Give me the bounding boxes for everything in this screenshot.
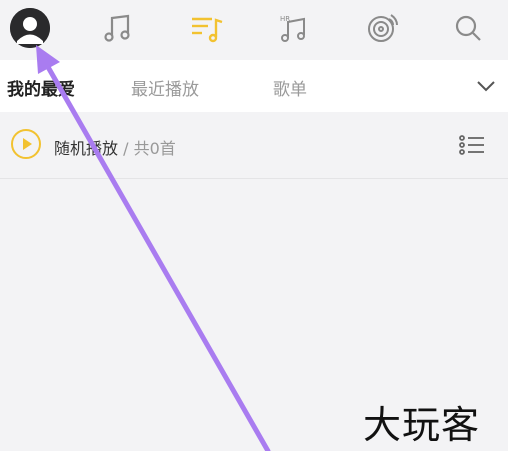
hifi-music-icon[interactable]: HR — [274, 8, 314, 48]
list-manage-icon[interactable] — [458, 132, 486, 158]
shuffle-play-row[interactable]: 随机播放 / 共0首 — [0, 112, 508, 179]
radio-disc-icon[interactable] — [362, 8, 402, 48]
search-icon[interactable] — [448, 8, 488, 48]
song-count: 共0首 — [133, 139, 176, 158]
shuffle-separator: / — [118, 139, 134, 158]
shuffle-play-text[interactable]: 随机播放 / 共0首 — [54, 135, 176, 159]
chevron-down-icon[interactable] — [474, 74, 498, 98]
shuffle-label: 随机播放 — [54, 139, 119, 158]
music-note-icon[interactable] — [98, 8, 138, 48]
tab-bar: 我的最爱 最近播放 歌单 — [0, 60, 508, 112]
top-nav-bar: HR — [0, 0, 508, 60]
tab-playlists[interactable]: 歌单 — [273, 75, 307, 100]
play-icon[interactable] — [11, 129, 41, 159]
avatar[interactable] — [10, 8, 50, 48]
playlist-icon[interactable] — [186, 8, 226, 48]
tab-favorites[interactable]: 我的最爱 — [7, 75, 75, 100]
watermark: 大玩客 — [363, 403, 481, 447]
tab-recent[interactable]: 最近播放 — [131, 75, 199, 100]
